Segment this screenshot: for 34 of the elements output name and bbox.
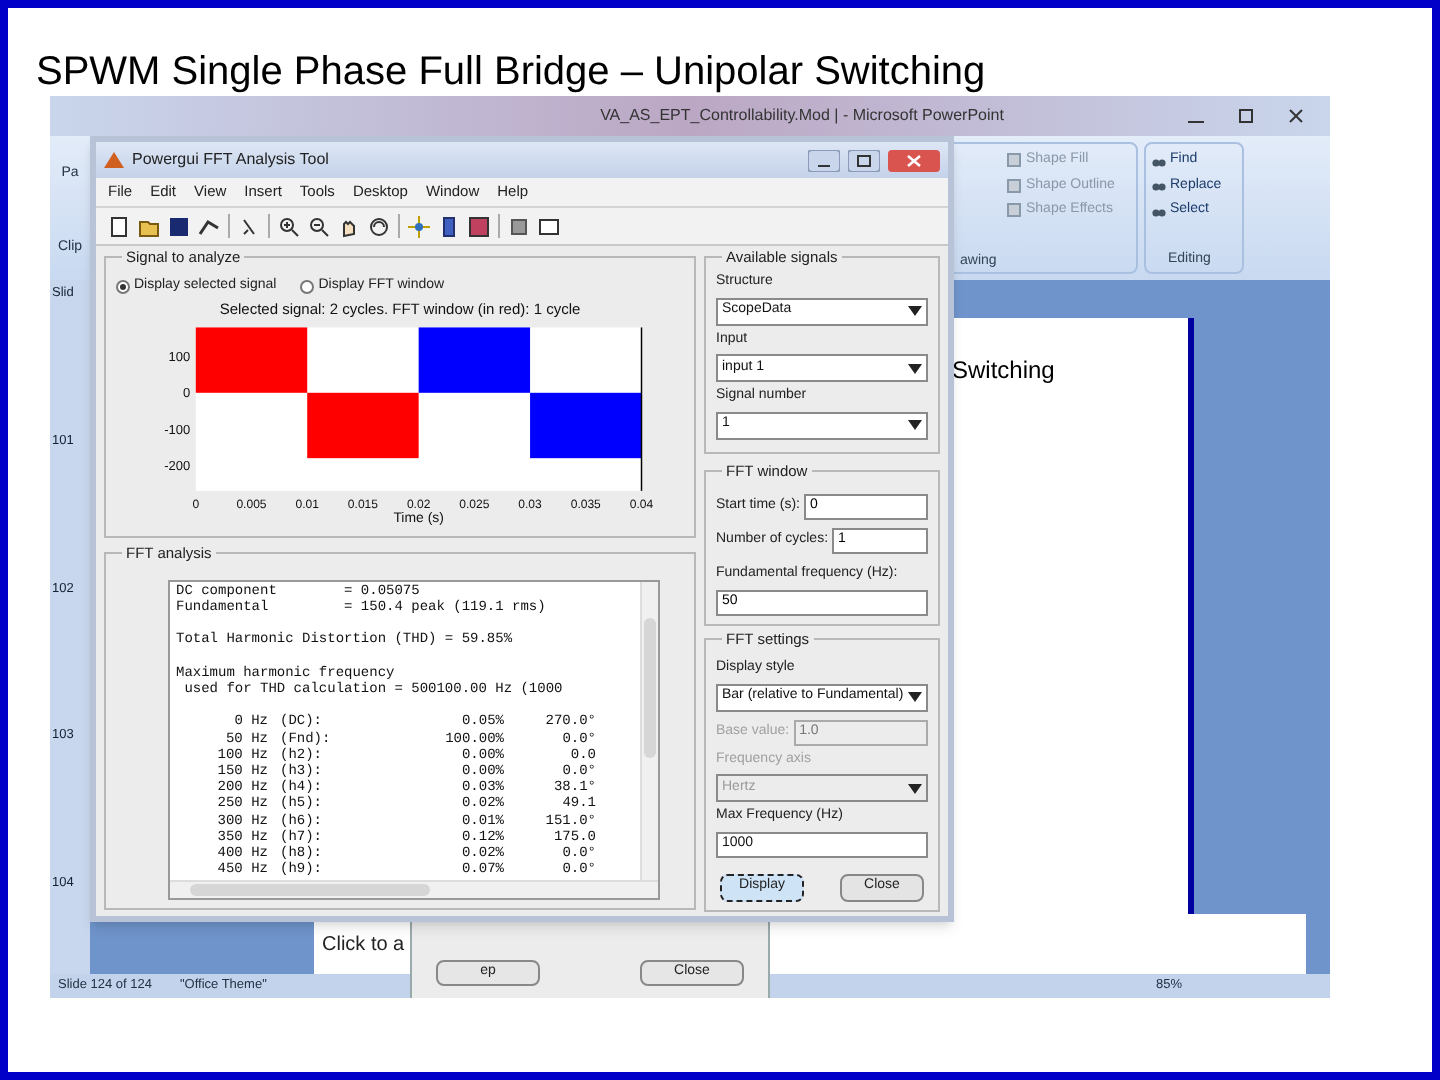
toolbar-tool-icon[interactable] (438, 215, 460, 237)
maximize-icon[interactable] (848, 149, 880, 171)
signal-bar (529, 392, 641, 458)
toolbar-tool-icon[interactable] (368, 215, 390, 237)
horizontal-scrollbar[interactable] (170, 880, 658, 898)
toolbar-tool-icon[interactable] (468, 215, 490, 237)
signal-bar (194, 326, 307, 393)
dropdown-arrow-icon (908, 306, 922, 316)
dropdown-arrow-icon (908, 420, 922, 430)
toolbar-tool-icon[interactable] (168, 215, 190, 237)
toolbar-tool-icon[interactable] (508, 215, 530, 237)
signal-bar (417, 326, 530, 393)
dropdown-arrow-icon (908, 692, 922, 702)
toolbar-tool-icon[interactable] (238, 215, 260, 237)
dropdown-arrow-icon (908, 363, 922, 373)
toolbar-tool-icon[interactable] (308, 215, 330, 237)
window-title: Powergui FFT Analysis Tool (132, 148, 331, 172)
toolbar-tool-icon[interactable] (198, 215, 220, 237)
vertical-scrollbar[interactable] (640, 581, 658, 880)
radio-button[interactable] (300, 279, 315, 294)
signal-bar (306, 392, 418, 458)
radio-button[interactable] (116, 279, 130, 294)
toolbar-tool-icon[interactable] (338, 215, 360, 237)
close-icon[interactable] (888, 149, 940, 171)
toolbar-tool-icon[interactable] (278, 215, 300, 237)
minimize-icon[interactable] (808, 149, 840, 171)
toolbar-tool-icon[interactable] (138, 215, 160, 237)
app-title: VA_AS_EPT_Controllability.Mod | - Microsoft PowerPoint (598, 104, 1006, 128)
slide-text: Switching (952, 356, 1055, 384)
dropdown-arrow-icon (908, 783, 922, 793)
app-icon (104, 150, 124, 170)
slide-title: SPWM Single Phase Full Bridge – Unipolar Switching (36, 50, 986, 94)
toolbar-tool-icon[interactable] (108, 215, 130, 237)
toolbar-tool-icon[interactable] (538, 215, 560, 237)
